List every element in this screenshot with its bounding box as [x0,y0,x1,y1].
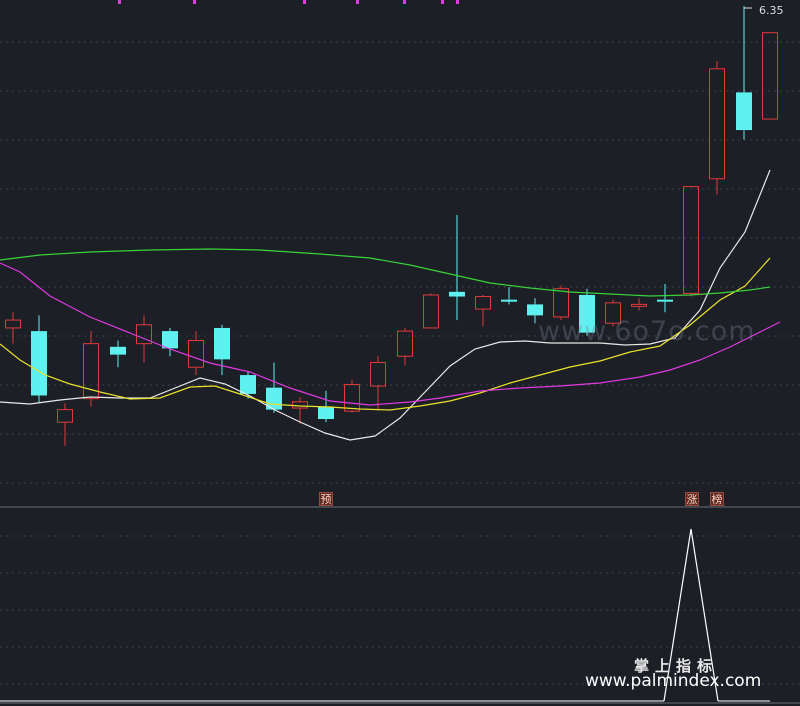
top-tick-0 [118,0,121,4]
candle-body-14 [370,362,386,387]
candle-body-27 [709,68,725,180]
candle-body-26 [683,186,699,294]
max-price-label: 6.35 [759,4,784,17]
marker-yu: 预 [319,492,333,506]
candle-body-17 [449,291,465,297]
chart-stage: 6.35 预 涨 榜 www.6o7o.com 掌上指标 www.palmind… [0,0,800,706]
marker-bang: 榜 [710,492,724,506]
candle-body-13 [344,383,360,412]
watermark-palmindex: www.palmindex.com [585,671,762,691]
candle-body-18 [475,296,491,310]
candle-body-19 [501,299,517,302]
marker-zhang: 涨 [685,492,699,506]
candle-body-28 [736,92,752,131]
candle-body-9 [240,375,256,394]
candle-body-12 [318,406,334,420]
ma-line-white [0,169,771,441]
ma-line-green [0,248,771,297]
candle-body-0 [5,319,21,329]
watermark-6o7o: www.6o7o.com [538,316,756,347]
top-tick-4 [403,0,406,4]
top-tick-5 [441,0,444,4]
candle-body-1 [31,331,47,396]
candle-body-8 [214,327,230,360]
candle-body-25 [657,299,673,302]
candle-body-24 [631,303,647,307]
candle-body-3 [83,343,99,400]
candle-body-11 [292,401,308,409]
candle-body-29 [762,32,778,120]
candle-body-2 [57,409,73,423]
candle-body-4 [110,346,126,355]
top-tick-3 [356,0,359,4]
candle-body-21 [553,288,569,318]
candlestick-chart [0,0,800,704]
candle-body-15 [397,330,413,357]
top-tick-1 [193,0,196,4]
top-tick-6 [456,0,459,4]
candle-body-6 [162,331,178,349]
candle-body-7 [188,340,204,368]
candle-body-16 [423,294,439,329]
candle-body-20 [527,304,543,316]
top-tick-2 [303,0,306,4]
